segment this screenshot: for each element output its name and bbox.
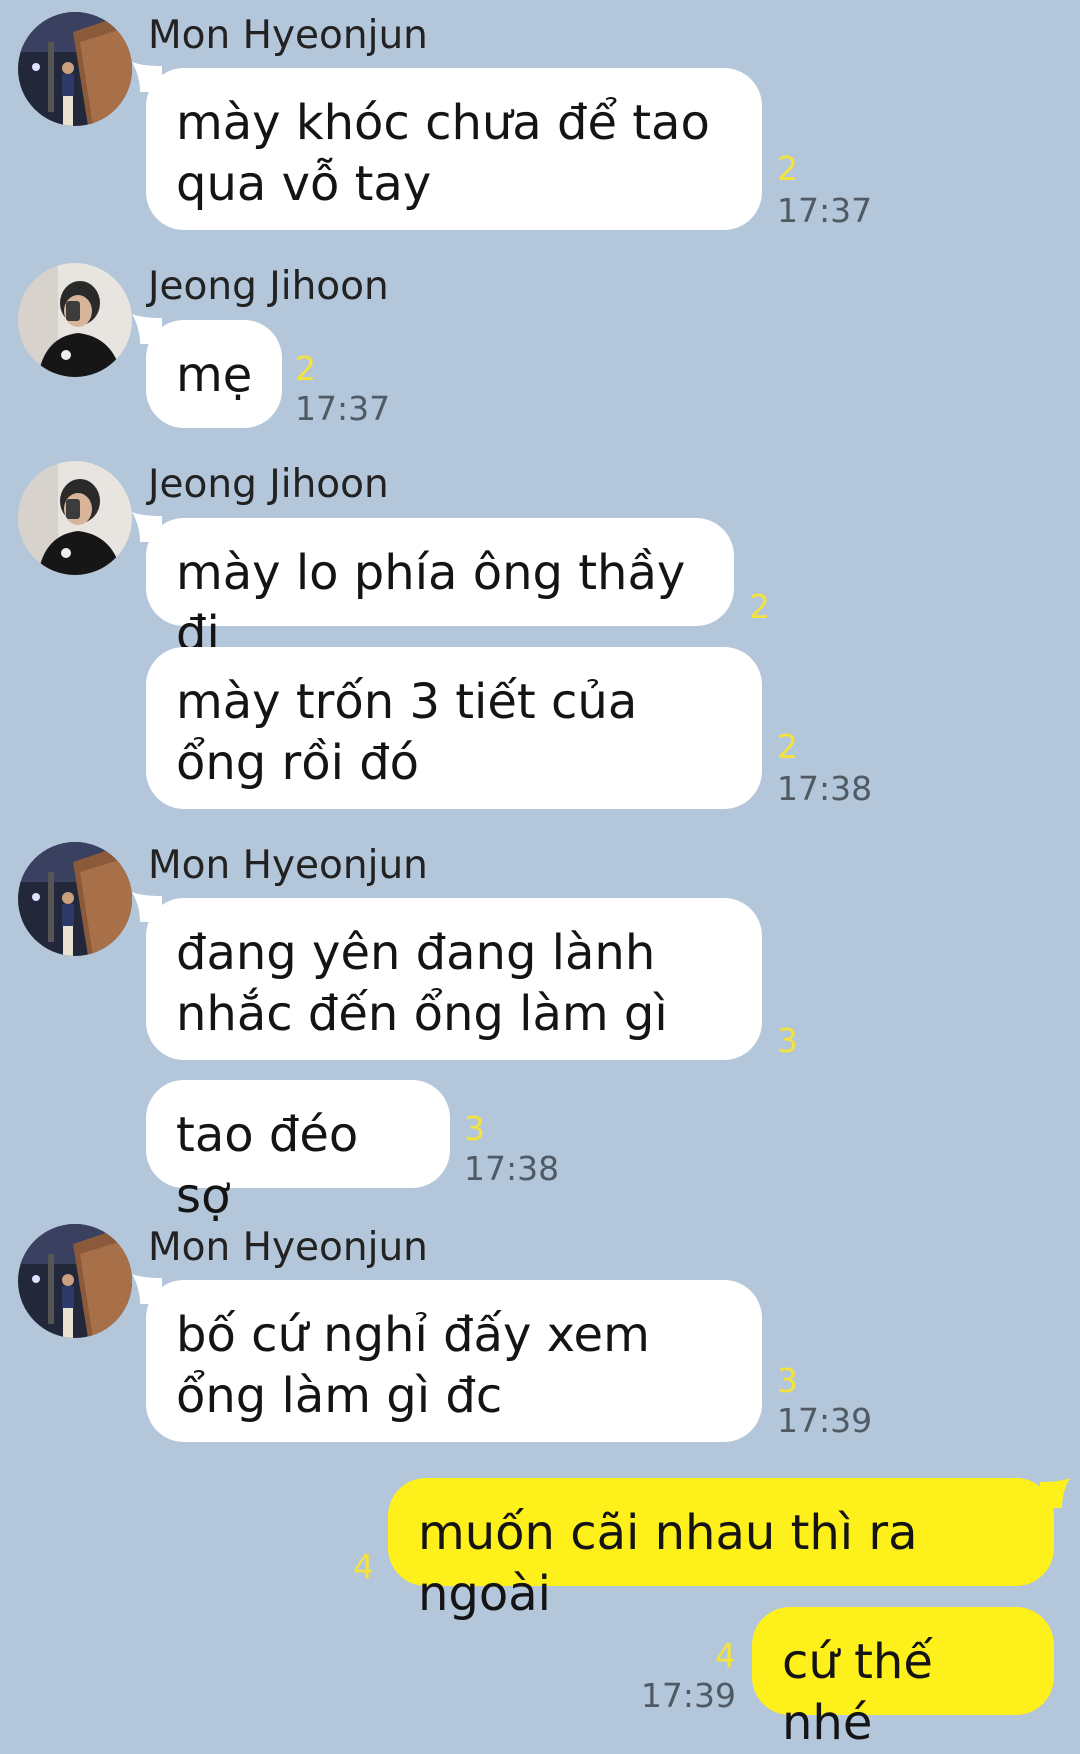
message-bubble[interactable]: đang yên đang lành nhắc đến ổng làm gì bbox=[146, 898, 762, 1060]
message-text: mày khóc chưa để tao qua vỗ tay bbox=[176, 95, 710, 212]
timestamp: 17:37 bbox=[295, 389, 391, 428]
outgoing-message-bubble[interactable]: cứ thế nhé bbox=[752, 1607, 1054, 1751]
night-street-photo-avatar-icon bbox=[18, 842, 132, 956]
avatar-jeong-jihoon[interactable] bbox=[18, 263, 132, 377]
unread-count: 2 bbox=[295, 349, 316, 388]
avatar-mon-hyeonjun[interactable] bbox=[18, 1224, 132, 1338]
message-bubble[interactable]: tao đéo sợ bbox=[146, 1080, 450, 1224]
timestamp: 17:39 bbox=[777, 1401, 873, 1440]
unread-count: 3 bbox=[464, 1109, 485, 1148]
message-bubble[interactable]: bố cứ nghỉ đấy xem ổng làm gì đc bbox=[146, 1280, 762, 1442]
sender-name: Mon Hyeonjun bbox=[148, 1225, 428, 1270]
mirror-selfie-avatar-icon bbox=[18, 263, 132, 377]
bubble-tail bbox=[1040, 1478, 1070, 1508]
sender-name: Mon Hyeonjun bbox=[148, 843, 428, 888]
unread-count: 2 bbox=[749, 587, 770, 626]
night-street-photo-avatar-icon bbox=[18, 1224, 132, 1338]
unread-count: 4 bbox=[353, 1547, 374, 1586]
sender-name: Mon Hyeonjun bbox=[148, 13, 428, 58]
message-bubble[interactable]: mày khóc chưa để tao qua vỗ tay bbox=[146, 68, 762, 230]
avatar-mon-hyeonjun[interactable] bbox=[18, 842, 132, 956]
message-text: bố cứ nghỉ đấy xem ổng làm gì đc bbox=[176, 1307, 650, 1424]
unread-count: 2 bbox=[777, 727, 798, 766]
unread-count: 4 bbox=[715, 1636, 736, 1675]
sender-name: Jeong Jihoon bbox=[148, 462, 389, 507]
unread-count: 3 bbox=[777, 1361, 798, 1400]
message-text: mày lo phía ông thầy đi bbox=[176, 545, 686, 662]
mirror-selfie-avatar-icon bbox=[18, 461, 132, 575]
night-street-photo-avatar-icon bbox=[18, 12, 132, 126]
message-bubble[interactable]: mẹ bbox=[146, 320, 282, 428]
timestamp: 17:39 bbox=[640, 1676, 736, 1715]
message-text: mẹ bbox=[176, 347, 253, 403]
unread-count: 2 bbox=[777, 149, 798, 188]
avatar-mon-hyeonjun[interactable] bbox=[18, 12, 132, 126]
message-bubble[interactable]: mày lo phía ông thầy đi bbox=[146, 518, 734, 662]
unread-count: 3 bbox=[777, 1021, 798, 1060]
message-text: muốn cãi nhau thì ra ngoài bbox=[418, 1505, 918, 1622]
outgoing-message-bubble[interactable]: muốn cãi nhau thì ra ngoài bbox=[388, 1478, 1054, 1622]
timestamp: 17:38 bbox=[777, 769, 873, 808]
sender-name: Jeong Jihoon bbox=[148, 264, 389, 309]
message-text: cứ thế nhé bbox=[782, 1634, 933, 1751]
message-bubble[interactable]: mày trốn 3 tiết của ổng rồi đó bbox=[146, 647, 762, 809]
message-text: mày trốn 3 tiết của ổng rồi đó bbox=[176, 674, 638, 791]
message-text: tao đéo sợ bbox=[176, 1107, 359, 1224]
avatar-jeong-jihoon[interactable] bbox=[18, 461, 132, 575]
timestamp: 17:38 bbox=[464, 1149, 560, 1188]
timestamp: 17:37 bbox=[777, 191, 873, 230]
message-text: đang yên đang lành nhắc đến ổng làm gì bbox=[176, 925, 668, 1042]
